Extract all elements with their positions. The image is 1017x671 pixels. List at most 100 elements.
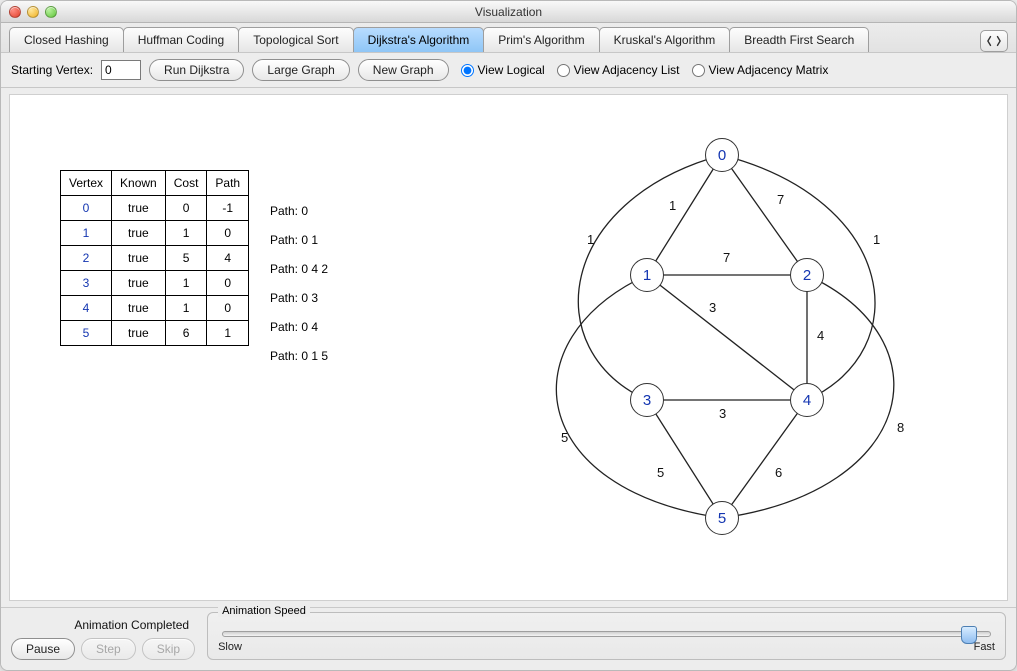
cell-path: -1 — [207, 196, 249, 221]
edge-weight: 3 — [709, 300, 716, 315]
dijkstra-table-wrap: Vertex Known Cost Path 0true0-1 1true10 … — [60, 170, 249, 346]
button-label: New Graph — [373, 63, 434, 77]
cell-cost: 1 — [165, 296, 207, 321]
footer-left: Animation Completed Pause Step Skip — [11, 612, 195, 660]
edge-weight: 5 — [561, 430, 568, 445]
tab-dijkstra[interactable]: Dijkstra's Algorithm — [353, 27, 485, 52]
dijkstra-table: Vertex Known Cost Path 0true0-1 1true10 … — [60, 170, 249, 346]
col-cost: Cost — [165, 171, 207, 196]
radio-input[interactable] — [692, 64, 705, 77]
radio-label: View Adjacency List — [574, 63, 680, 77]
large-graph-button[interactable]: Large Graph — [252, 59, 349, 81]
skip-button[interactable]: Skip — [142, 638, 195, 660]
view-adjlist-radio[interactable]: View Adjacency List — [557, 63, 680, 77]
graph-node-3: 3 — [630, 383, 664, 417]
tab-label: Closed Hashing — [24, 33, 109, 47]
cell-path: 4 — [207, 246, 249, 271]
graph-node-0: 0 — [705, 138, 739, 172]
new-graph-button[interactable]: New Graph — [358, 59, 449, 81]
cell-known: true — [112, 271, 166, 296]
cell-cost: 0 — [165, 196, 207, 221]
tab-kruskal[interactable]: Kruskal's Algorithm — [599, 27, 731, 52]
node-label: 4 — [803, 392, 811, 409]
col-vertex: Vertex — [61, 171, 112, 196]
table-row: 5true61 — [61, 321, 249, 346]
run-dijkstra-button[interactable]: Run Dijkstra — [149, 59, 244, 81]
cell-cost: 1 — [165, 221, 207, 246]
node-label: 2 — [803, 267, 811, 284]
cell-vertex: 3 — [61, 271, 112, 296]
edge-weight: 7 — [723, 250, 730, 265]
slider-thumb-icon[interactable] — [961, 626, 977, 644]
edge-weight: 1 — [669, 198, 676, 213]
algorithm-tabs: Closed Hashing Huffman Coding Topologica… — [1, 23, 1016, 52]
tab-prim[interactable]: Prim's Algorithm — [483, 27, 599, 52]
tab-label: Dijkstra's Algorithm — [368, 33, 470, 47]
tab-label: Huffman Coding — [138, 33, 225, 47]
view-logical-radio[interactable]: View Logical — [461, 63, 545, 77]
graph-node-1: 1 — [630, 258, 664, 292]
tab-overflow-button[interactable] — [980, 30, 1008, 52]
pause-button[interactable]: Pause — [11, 638, 75, 660]
edge-weight: 8 — [897, 420, 904, 435]
cell-path: 0 — [207, 221, 249, 246]
tab-label: Breadth First Search — [744, 33, 854, 47]
animation-status: Animation Completed — [11, 618, 195, 632]
table-row: 3true10 — [61, 271, 249, 296]
table-row: 0true0-1 — [61, 196, 249, 221]
button-label: Step — [96, 642, 121, 656]
edge-weight: 4 — [817, 328, 824, 343]
radio-input[interactable] — [557, 64, 570, 77]
cell-cost: 1 — [165, 271, 207, 296]
tab-label: Prim's Algorithm — [498, 33, 584, 47]
node-label: 5 — [718, 510, 726, 527]
toolbar: Starting Vertex: Run Dijkstra Large Grap… — [1, 52, 1016, 88]
cell-known: true — [112, 196, 166, 221]
arrows-icon — [987, 34, 1001, 48]
radio-input[interactable] — [461, 64, 474, 77]
node-label: 0 — [718, 147, 726, 164]
table-row: 4true10 — [61, 296, 249, 321]
button-label: Large Graph — [267, 63, 334, 77]
tab-huffman-coding[interactable]: Huffman Coding — [123, 27, 240, 52]
app-window: Visualization Closed Hashing Huffman Cod… — [0, 0, 1017, 671]
cell-cost: 5 — [165, 246, 207, 271]
path-text: Path: 0 4 2 — [270, 255, 328, 284]
speed-slider[interactable] — [222, 631, 991, 637]
path-text: Path: 0 — [270, 197, 328, 226]
tab-label: Topological Sort — [253, 33, 338, 47]
radio-label: View Logical — [478, 63, 545, 77]
cell-vertex: 2 — [61, 246, 112, 271]
cell-cost: 6 — [165, 321, 207, 346]
step-button[interactable]: Step — [81, 638, 136, 660]
tab-closed-hashing[interactable]: Closed Hashing — [9, 27, 124, 52]
cell-vertex: 0 — [61, 196, 112, 221]
button-label: Run Dijkstra — [164, 63, 229, 77]
cell-known: true — [112, 221, 166, 246]
col-known: Known — [112, 171, 166, 196]
playback-buttons: Pause Step Skip — [11, 638, 195, 660]
radio-label: View Adjacency Matrix — [709, 63, 829, 77]
table-row: 2true54 — [61, 246, 249, 271]
path-text: Path: 0 1 — [270, 226, 328, 255]
edge-weight: 6 — [775, 465, 782, 480]
cell-path: 1 — [207, 321, 249, 346]
edge-weight: 5 — [657, 465, 664, 480]
cell-vertex: 1 — [61, 221, 112, 246]
tab-label: Kruskal's Algorithm — [614, 33, 716, 47]
start-vertex-input[interactable] — [101, 60, 141, 80]
cell-vertex: 5 — [61, 321, 112, 346]
edge-weight: 3 — [719, 406, 726, 421]
start-vertex-label: Starting Vertex: — [11, 63, 93, 77]
view-adjmatrix-radio[interactable]: View Adjacency Matrix — [692, 63, 829, 77]
tab-bfs[interactable]: Breadth First Search — [729, 27, 869, 52]
cell-vertex: 4 — [61, 296, 112, 321]
graph-node-2: 2 — [790, 258, 824, 292]
tab-topological-sort[interactable]: Topological Sort — [238, 27, 353, 52]
animation-speed-group: Animation Speed Slow Fast — [207, 612, 1006, 660]
path-text: Path: 0 1 5 — [270, 342, 328, 371]
node-label: 1 — [643, 267, 651, 284]
edge-weight: 1 — [873, 232, 880, 247]
titlebar: Visualization — [1, 1, 1016, 23]
cell-path: 0 — [207, 296, 249, 321]
